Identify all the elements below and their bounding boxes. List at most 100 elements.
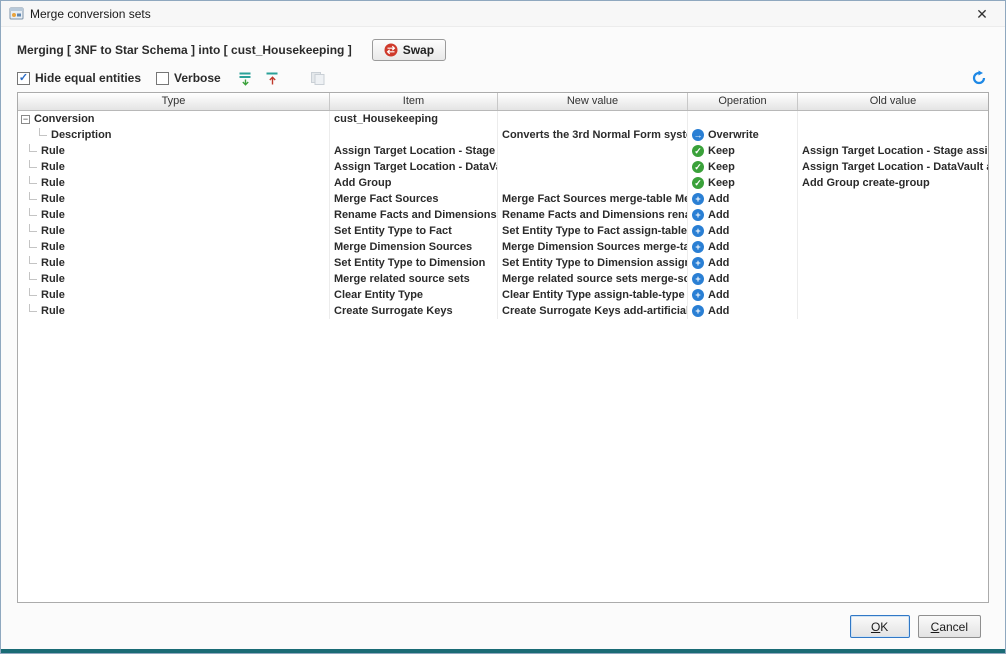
table-row[interactable]: RuleClear Entity TypeClear Entity Type a…	[18, 287, 988, 303]
new-value-cell: Rename Facts and Dimensions rena...	[498, 207, 688, 223]
table-row[interactable]: RuleAdd Group✓KeepAdd Group create-group	[18, 175, 988, 191]
type-cell: Rule	[18, 271, 330, 287]
verbose-checkbox-box[interactable]	[156, 72, 169, 85]
operation-cell	[688, 111, 798, 127]
type-label: Description	[51, 127, 112, 143]
tree-connector	[29, 288, 37, 296]
old-value-cell: Assign Target Location - Stage assig...	[798, 143, 988, 159]
operation-cell: ✓Keep	[688, 175, 798, 191]
type-cell: Rule	[18, 143, 330, 159]
keep-operation-icon: ✓	[692, 177, 704, 189]
verbose-checkbox[interactable]: Verbose	[156, 71, 221, 85]
operation-label: Add	[708, 207, 729, 223]
tree-connector	[29, 224, 37, 232]
tree-connector	[29, 160, 37, 168]
item-cell: Add Group	[330, 175, 498, 191]
operation-label: Add	[708, 191, 729, 207]
add-operation-icon: +	[692, 257, 704, 269]
table-row[interactable]: Description Converts the 3rd Normal Form …	[18, 127, 988, 143]
item-cell: Merge Dimension Sources	[330, 239, 498, 255]
item-cell: Set Entity Type to Dimension	[330, 255, 498, 271]
type-cell: −Conversion	[18, 111, 330, 127]
table-row[interactable]: RuleRename Facts and DimensionsRename Fa…	[18, 207, 988, 223]
item-cell: cust_Housekeeping	[330, 111, 498, 127]
hide-equal-entities-checkbox[interactable]: ✓ Hide equal entities	[17, 71, 141, 85]
operation-cell: +Add	[688, 255, 798, 271]
column-header-item[interactable]: Item	[330, 93, 498, 110]
old-value-cell	[798, 223, 988, 239]
swap-icon	[384, 43, 398, 57]
column-header-new-value[interactable]: New value	[498, 93, 688, 110]
table-row[interactable]: −Conversioncust_Housekeeping	[18, 111, 988, 127]
operation-label: Add	[708, 303, 729, 319]
type-label: Rule	[41, 143, 65, 159]
table-row[interactable]: RuleCreate Surrogate KeysCreate Surrogat…	[18, 303, 988, 319]
tree-connector	[39, 128, 47, 136]
tree-connector	[29, 304, 37, 312]
tree-connector	[29, 272, 37, 280]
table-row[interactable]: Rule Merge Fact SourcesMerge Fact Sources…	[18, 191, 988, 207]
ok-button[interactable]: OK	[850, 615, 910, 638]
type-label: Rule	[41, 239, 65, 255]
merge-header: Merging [ 3NF to Star Schema ] into [ cu…	[17, 39, 989, 61]
new-value-cell: Clear Entity Type assign-table-type R...	[498, 287, 688, 303]
add-operation-icon: +	[692, 225, 704, 237]
old-value-cell: Assign Target Location - DataVault a...	[798, 159, 988, 175]
column-header-type[interactable]: Type	[18, 93, 330, 110]
item-cell: Merge Fact Sources	[330, 191, 498, 207]
type-label: Rule	[41, 303, 65, 319]
new-value-cell: Converts the 3rd Normal Form syste...	[498, 127, 688, 143]
hide-equal-entities-label[interactable]: Hide equal entities	[35, 71, 141, 85]
refresh-icon[interactable]	[969, 69, 989, 87]
operation-label: Add	[708, 287, 729, 303]
type-cell: Rule	[18, 223, 330, 239]
tree-connector	[29, 144, 37, 152]
tree-connector	[29, 240, 37, 248]
operation-label: Keep	[708, 143, 735, 159]
tree-connector	[29, 192, 37, 200]
column-header-operation[interactable]: Operation	[688, 93, 798, 110]
collapse-all-icon[interactable]	[263, 69, 283, 87]
type-cell: Rule	[18, 191, 330, 207]
tree-collapse-toggle[interactable]: −	[21, 115, 30, 124]
new-value-cell: Merge Dimension Sources merge-ta...	[498, 239, 688, 255]
add-operation-icon: +	[692, 241, 704, 253]
operation-cell: +Add	[688, 207, 798, 223]
dialog-footer: OK Cancel	[850, 615, 981, 638]
keep-operation-icon: ✓	[692, 145, 704, 157]
copy-icon[interactable]	[308, 69, 328, 87]
operation-cell: →Overwrite	[688, 127, 798, 143]
new-value-cell: Merge Fact Sources merge-table Me...	[498, 191, 688, 207]
hide-equal-entities-checkbox-box[interactable]: ✓	[17, 72, 30, 85]
merging-text: Merging [ 3NF to Star Schema ] into [ cu…	[17, 43, 352, 57]
table-row[interactable]: Rule Merge Dimension SourcesMerge Dimensi…	[18, 239, 988, 255]
table-row[interactable]: RuleAssign Target Location - DataVa...✓K…	[18, 159, 988, 175]
cancel-button[interactable]: Cancel	[918, 615, 981, 638]
operation-cell: +Add	[688, 191, 798, 207]
add-operation-icon: +	[692, 305, 704, 317]
column-header-old-value[interactable]: Old value	[798, 93, 988, 110]
old-value-cell	[798, 303, 988, 319]
operation-label: Add	[708, 271, 729, 287]
close-icon[interactable]: ✕	[967, 3, 997, 25]
verbose-label[interactable]: Verbose	[174, 71, 221, 85]
table-body: −Conversioncust_HousekeepingDescriptionC…	[18, 111, 988, 319]
operation-label: Add	[708, 223, 729, 239]
item-cell: Set Entity Type to Fact	[330, 223, 498, 239]
type-cell: Rule	[18, 303, 330, 319]
type-label: Rule	[41, 223, 65, 239]
table-row[interactable]: RuleMerge related source setsMerge relat…	[18, 271, 988, 287]
new-value-cell	[498, 143, 688, 159]
type-label: Rule	[41, 287, 65, 303]
table-row[interactable]: Rule Set Entity Type to FactSet Entity Ty…	[18, 223, 988, 239]
swap-button[interactable]: Swap	[372, 39, 446, 61]
expand-all-icon[interactable]	[236, 69, 256, 87]
overwrite-operation-icon: →	[692, 129, 704, 141]
new-value-cell: Set Entity Type to Fact assign-table-t..…	[498, 223, 688, 239]
type-label: Rule	[41, 191, 65, 207]
table-row[interactable]: RuleSet Entity Type to DimensionSet Enti…	[18, 255, 988, 271]
operation-cell: ✓ Keep	[688, 143, 798, 159]
title-bar: Merge conversion sets ✕	[1, 1, 1005, 27]
add-operation-icon: +	[692, 289, 704, 301]
table-row[interactable]: RuleAssign Target Location - Stage✓KeepA…	[18, 143, 988, 159]
